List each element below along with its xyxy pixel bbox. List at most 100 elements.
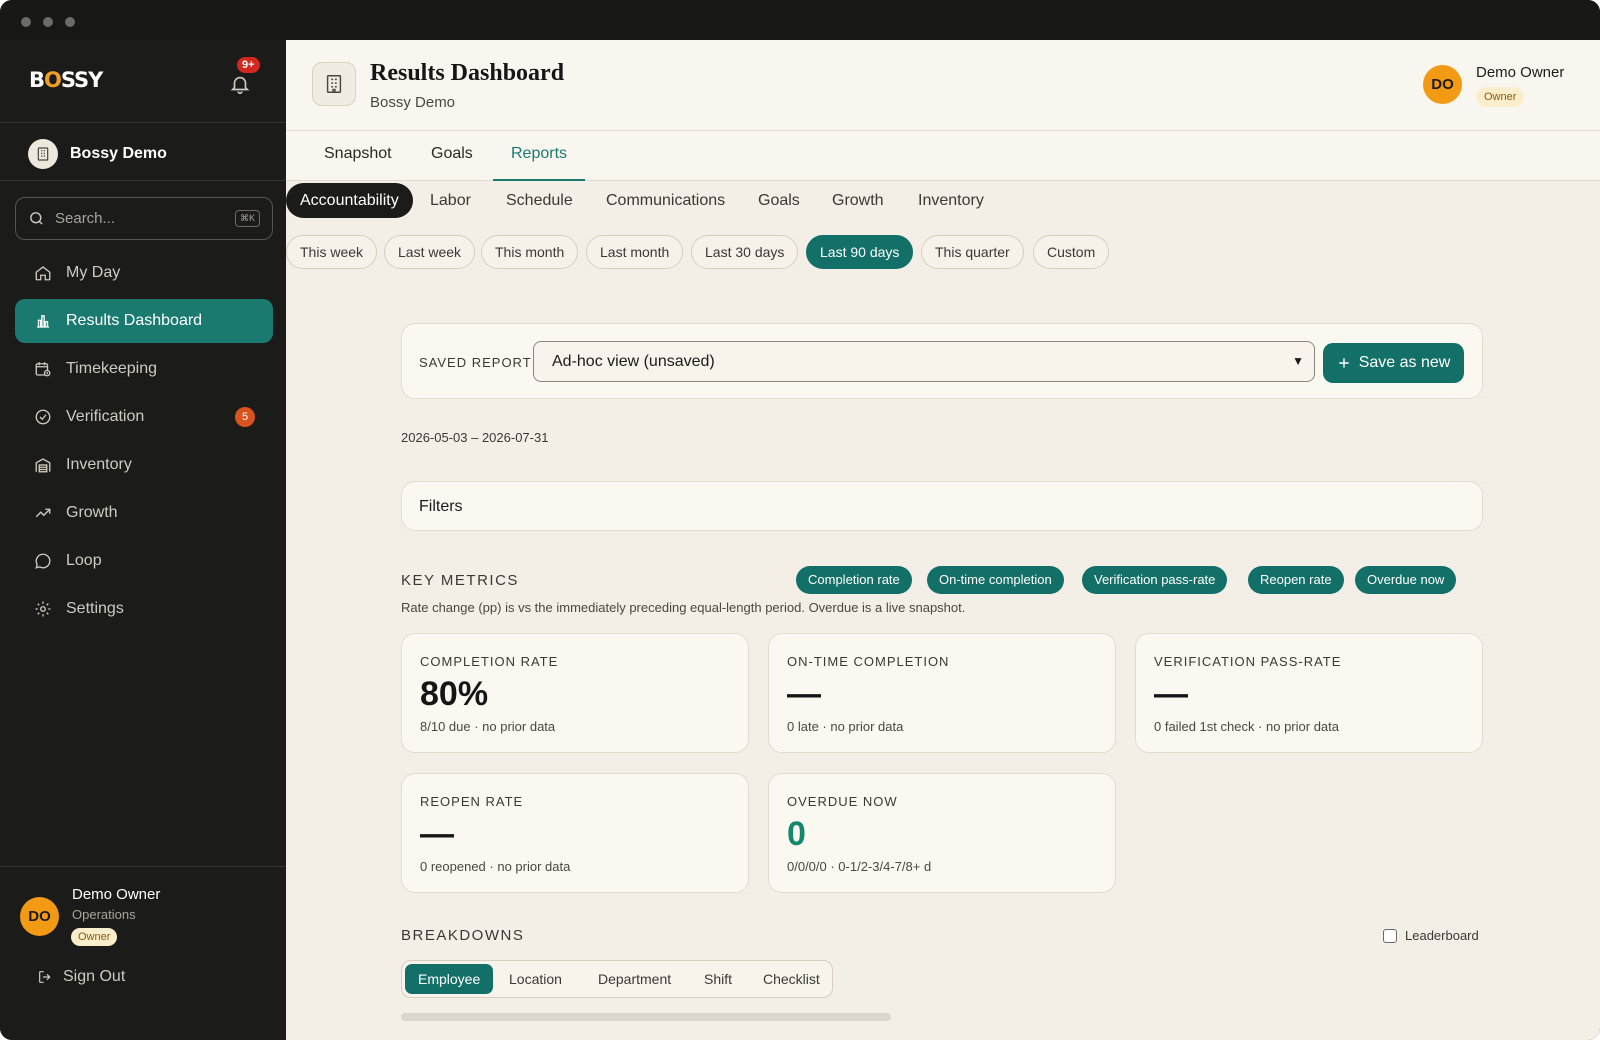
toggle-on-time-completion[interactable]: On-time completion — [927, 566, 1064, 594]
metric-value: 80% — [420, 675, 489, 713]
main-content: Results Dashboard Bossy Demo DO Demo Own… — [286, 40, 1600, 1040]
sidebar-item-label: Timekeeping — [66, 360, 158, 377]
metric-card-verification-pass-rate: VERIFICATION PASS-RATE — 0 failed 1st ch… — [1135, 633, 1483, 753]
sidebar-search[interactable]: Search... ⌘K — [15, 197, 273, 240]
avatar[interactable]: DO — [1423, 65, 1462, 104]
segment-location[interactable]: Location — [496, 964, 575, 994]
pill-last-90-days[interactable]: Last 90 days — [806, 235, 914, 269]
sidebar-item-growth[interactable]: Growth — [15, 491, 273, 535]
saved-report-select[interactable]: Ad-hoc view (unsaved) ▼ — [533, 341, 1315, 382]
metric-label: REOPEN RATE — [420, 794, 524, 809]
date-range-pills: This week Last week This month Last mont… — [286, 235, 1600, 269]
sidebar-item-timekeeping[interactable]: Timekeeping — [15, 347, 273, 391]
metric-value: 0 — [787, 815, 806, 853]
metric-card-completion-rate: COMPLETION RATE 80% 8/10 due · no prior … — [401, 633, 749, 753]
home-icon — [35, 266, 51, 281]
pill-last-month[interactable]: Last month — [586, 235, 684, 269]
subtab-goals[interactable]: Goals — [744, 183, 814, 218]
user-name: Demo Owner — [72, 886, 161, 903]
save-as-new-button[interactable]: Save as new — [1323, 343, 1464, 383]
metric-subtext: 8/10 due · no prior data — [420, 719, 556, 734]
toggle-completion-rate[interactable]: Completion rate — [796, 566, 912, 594]
subtab-schedule[interactable]: Schedule — [492, 183, 587, 218]
pill-custom[interactable]: Custom — [1033, 235, 1110, 269]
sidebar-item-settings[interactable]: Settings — [15, 587, 273, 631]
metric-label: COMPLETION RATE — [420, 654, 559, 669]
subtab-growth[interactable]: Growth — [818, 183, 898, 218]
window-minimize-dot[interactable] — [43, 17, 53, 27]
segment-checklist[interactable]: Checklist — [750, 964, 833, 994]
metric-value: — — [787, 675, 821, 713]
subtab-communications[interactable]: Communications — [592, 183, 739, 218]
pill-this-month[interactable]: This month — [481, 235, 579, 269]
check-circle-icon — [35, 409, 51, 425]
gear-icon — [35, 601, 51, 617]
filters-panel[interactable]: Filters — [401, 481, 1483, 531]
tab-goals[interactable]: Goals — [413, 131, 491, 181]
pill-this-week[interactable]: This week — [286, 235, 378, 269]
segment-department[interactable]: Department — [585, 964, 684, 994]
pill-last-30-days[interactable]: Last 30 days — [691, 235, 799, 269]
role-badge: Owner — [1476, 87, 1525, 107]
org-switcher[interactable]: Bossy Demo — [28, 139, 167, 169]
metric-card-on-time-completion: ON-TIME COMPLETION — 0 late · no prior d… — [768, 633, 1116, 753]
subtab-inventory[interactable]: Inventory — [904, 183, 998, 218]
divider — [0, 866, 286, 867]
plus-icon — [1339, 358, 1349, 368]
leaderboard-label: Leaderboard — [1405, 928, 1479, 943]
role-badge: Owner — [71, 928, 118, 946]
org-name: Bossy Demo — [70, 145, 167, 162]
page-subtitle: Bossy Demo — [370, 94, 456, 111]
metric-card-reopen-rate: REOPEN RATE — 0 reopened · no prior data — [401, 773, 749, 893]
toggle-reopen-rate[interactable]: Reopen rate — [1248, 566, 1344, 594]
tab-snapshot[interactable]: Snapshot — [306, 131, 410, 181]
search-input[interactable]: Search... — [55, 210, 225, 227]
notification-badge: 9+ — [237, 57, 260, 73]
verification-count-badge: 5 — [235, 407, 255, 427]
toggle-overdue-now[interactable]: Overdue now — [1355, 566, 1457, 594]
toggle-verification-pass-rate[interactable]: Verification pass-rate — [1082, 566, 1228, 594]
divider — [0, 180, 286, 181]
segment-shift[interactable]: Shift — [691, 964, 745, 994]
metric-subtext: 0 reopened · no prior data — [420, 859, 571, 874]
trend-up-icon — [35, 508, 51, 518]
key-metrics-title: KEY METRICS — [401, 572, 519, 589]
segment-employee[interactable]: Employee — [405, 964, 494, 994]
metric-subtext: 0 failed 1st check · no prior data — [1154, 719, 1339, 734]
divider — [0, 122, 286, 123]
title-bar — [0, 0, 1600, 40]
search-icon — [30, 212, 43, 225]
page-title: Results Dashboard — [370, 60, 565, 86]
pill-this-quarter[interactable]: This quarter — [921, 235, 1024, 269]
sidebar-item-label: Settings — [66, 600, 124, 617]
leaderboard-checkbox[interactable] — [1383, 928, 1397, 943]
sidebar-item-verification[interactable]: Verification 5 — [15, 395, 273, 439]
sidebar-item-loop[interactable]: Loop — [15, 539, 273, 583]
notification-bell-icon[interactable] — [229, 72, 251, 96]
sidebar-item-label: My Day — [66, 264, 121, 281]
metric-value: — — [1154, 675, 1188, 713]
brand-logo[interactable]: BOSSY — [29, 68, 103, 92]
bar-chart-icon — [37, 315, 49, 328]
date-range-text: 2026-05-03 – 2026-07-31 — [401, 430, 549, 445]
subtab-accountability[interactable]: Accountability — [286, 183, 413, 218]
subtab-labor[interactable]: Labor — [416, 183, 485, 218]
saved-report-label: SAVED REPORT — [419, 355, 532, 370]
sign-out-button[interactable]: Sign Out — [37, 968, 125, 986]
building-icon — [28, 139, 58, 169]
tab-reports[interactable]: Reports — [493, 131, 586, 181]
sidebar-item-results-dashboard[interactable]: Results Dashboard — [15, 299, 273, 343]
leaderboard-toggle[interactable]: Leaderboard — [1383, 928, 1479, 943]
window-zoom-dot[interactable] — [65, 17, 75, 27]
pill-last-week[interactable]: Last week — [384, 235, 476, 269]
sidebar-nav: My Day Results Dashboard Timekeeping Ver… — [15, 251, 273, 635]
sidebar-item-my-day[interactable]: My Day — [15, 251, 273, 295]
metric-subtext: 0/0/0/0 · 0-1/2-3/4-7/8+ d — [787, 859, 932, 874]
filters-label: Filters — [419, 498, 463, 515]
window-close-dot[interactable] — [21, 17, 31, 27]
metric-value: — — [420, 815, 454, 853]
saved-report-card: SAVED REPORT Ad-hoc view (unsaved) ▼ Sav… — [401, 323, 1483, 399]
metric-subtext: 0 late · no prior data — [787, 719, 904, 734]
sidebar-item-inventory[interactable]: Inventory — [15, 443, 273, 487]
header-user-name: Demo Owner — [1476, 64, 1565, 81]
